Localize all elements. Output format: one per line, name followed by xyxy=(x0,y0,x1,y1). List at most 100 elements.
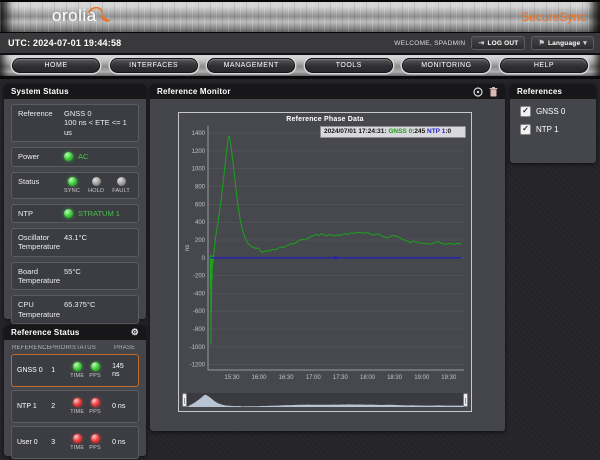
hold-led-icon xyxy=(91,176,101,186)
power-led-icon xyxy=(64,152,73,162)
utc-time: UTC: 2024-07-01 19:44:58 xyxy=(8,38,122,48)
svg-text:400: 400 xyxy=(195,220,206,226)
chart-title: Reference Phase Data xyxy=(286,116,364,123)
utc-bar: UTC: 2024-07-01 19:44:58 WELCOME, SPADMI… xyxy=(0,33,600,55)
language-button[interactable]: ⚑ Language ▾ xyxy=(531,36,594,50)
phase-chart-plot[interactable]: 1400 1200 1000 800 600 400 200 0 -200 -400 -600 -80… xyxy=(180,124,472,386)
orolia-swoosh-icon xyxy=(87,6,111,22)
nav-tools[interactable]: TOOLS xyxy=(304,58,393,73)
navigator-left-handle[interactable] xyxy=(182,393,187,407)
reference-ete: 100 ns < ETE <= 1 us xyxy=(64,118,127,137)
references-panel: References ✓ GNSS 0 ✓ NTP 1 xyxy=(510,84,596,163)
status-row: Status SYNC HOLD FAULT xyxy=(11,171,139,199)
time-led-icon xyxy=(72,434,82,443)
oscillator-temp-value: 43.1°C xyxy=(64,232,88,242)
svg-text:600: 600 xyxy=(195,202,206,208)
logout-icon: ⇥ xyxy=(478,40,485,47)
reference-status-title: Reference Status xyxy=(11,328,80,337)
fault-led-icon xyxy=(116,176,126,186)
board-temp-row: Board Temperature 55°C xyxy=(11,261,139,291)
svg-text:200: 200 xyxy=(195,238,206,244)
cpu-temp-row: CPU Temperature 65.375°C xyxy=(11,295,139,325)
oscillator-temp-row: Oscillator Temperature 43.1°C xyxy=(11,227,139,257)
svg-text:800: 800 xyxy=(195,185,206,191)
reference-row: Reference GNSS 0 100 ns < ETE <= 1 us xyxy=(11,104,139,143)
references-title: References xyxy=(510,84,596,99)
svg-text:18:00: 18:00 xyxy=(360,375,376,381)
main-nav: HOME INTERFACES MANAGEMENT TOOLS MONITOR… xyxy=(0,55,600,79)
system-status-title: System Status xyxy=(4,84,146,99)
nav-home[interactable]: HOME xyxy=(12,58,100,73)
svg-text:0: 0 xyxy=(202,256,206,262)
nav-management[interactable]: MANAGEMENT xyxy=(207,58,296,73)
board-temp-value: 55°C xyxy=(64,266,81,276)
chart-frame: Reference Phase Data 1400 1200 1000 800 600 4… xyxy=(178,112,472,412)
time-led-icon xyxy=(72,362,82,371)
reference-monitor-panel: Reference Monitor Reference Phase Data 1… xyxy=(150,84,505,431)
logout-button[interactable]: ⇥ LOG OUT xyxy=(471,36,526,50)
orolia-logo: orolia xyxy=(52,6,123,28)
chart-tooltip: 2024/07/01 17:24:31: GNSS 0:245 NTP 1:0 xyxy=(320,126,466,139)
nav-help[interactable]: HELP xyxy=(499,58,588,73)
chevron-down-icon: ▾ xyxy=(583,40,587,47)
cpu-temp-value: 65.375°C xyxy=(64,300,96,310)
nav-monitoring[interactable]: MONITORING xyxy=(402,58,491,73)
svg-text:-800: -800 xyxy=(193,327,206,333)
reference-status-header: REFERENCE PRIORITY STATUS PHASE xyxy=(12,345,136,351)
pps-led-icon xyxy=(90,362,100,371)
time-led-icon xyxy=(72,398,82,407)
svg-text:16:30: 16:30 xyxy=(279,375,295,381)
main-content: System Status Reference GNSS 0 100 ns < … xyxy=(0,79,600,460)
svg-text:-600: -600 xyxy=(193,309,206,315)
power-row: Power AC xyxy=(11,147,139,167)
svg-text:ns: ns xyxy=(184,244,191,252)
brand-bar: orolia SecureSync xyxy=(0,0,600,33)
svg-text:1200: 1200 xyxy=(192,149,206,155)
checkbox-checked-icon[interactable]: ✓ xyxy=(520,124,531,135)
svg-text:19:30: 19:30 xyxy=(441,375,457,381)
svg-text:-1200: -1200 xyxy=(190,363,206,369)
reference-status-panel: Reference Status ⚙ REFERENCE PRIORITY ST… xyxy=(4,325,146,459)
table-row-ntp1: NTP 1 2 TIME PPS 0 ns xyxy=(11,390,139,423)
svg-text:16:00: 16:00 xyxy=(251,375,267,381)
svg-text:-400: -400 xyxy=(193,291,206,297)
pps-led-icon xyxy=(90,434,100,443)
gear-icon[interactable]: ⚙ xyxy=(131,327,139,338)
reference-monitor-title: Reference Monitor xyxy=(157,87,231,96)
svg-text:15:30: 15:30 xyxy=(224,375,240,381)
svg-text:19:00: 19:00 xyxy=(414,375,430,381)
ntp-led-icon xyxy=(64,208,73,218)
svg-text:-1000: -1000 xyxy=(190,345,206,351)
system-status-panel: System Status Reference GNSS 0 100 ns < … xyxy=(4,84,146,325)
product-name: SecureSync xyxy=(521,10,586,24)
chart-range-navigator[interactable] xyxy=(182,393,468,407)
svg-text:18:30: 18:30 xyxy=(387,375,403,381)
phase-value: 0 ns xyxy=(112,438,126,446)
table-row-gnss0: GNSS 0 1 TIME PPS 145 ns xyxy=(11,354,139,387)
welcome-text: WELCOME, SPADMIN xyxy=(394,39,466,47)
reference-checkbox-ntp1[interactable]: ✓ NTP 1 xyxy=(520,124,586,135)
svg-text:1000: 1000 xyxy=(192,167,206,173)
flag-icon: ⚑ xyxy=(538,40,545,47)
reference-value: GNSS 0 xyxy=(64,109,92,118)
svg-text:17:00: 17:00 xyxy=(306,375,322,381)
power-value: AC xyxy=(78,152,89,162)
checkbox-checked-icon[interactable]: ✓ xyxy=(520,106,531,117)
trash-icon[interactable] xyxy=(489,86,498,97)
navigator-right-handle[interactable] xyxy=(463,393,468,407)
svg-text:1400: 1400 xyxy=(192,131,206,137)
table-row-user0: User 0 3 TIME PPS 0 ns xyxy=(11,426,139,459)
page: orolia SecureSync UTC: 2024-07-01 19:44:… xyxy=(0,0,600,460)
nav-interfaces[interactable]: INTERFACES xyxy=(109,58,198,73)
navigator-silhouette xyxy=(182,394,468,407)
phase-value: 0 ns xyxy=(112,402,126,410)
svg-text:-200: -200 xyxy=(193,274,206,280)
ntp-value: STRATUM 1 xyxy=(78,208,120,218)
svg-text:17:30: 17:30 xyxy=(333,375,349,381)
clock-icon[interactable] xyxy=(473,86,483,97)
phase-value: 145 ns xyxy=(112,362,124,378)
ntp-row: NTP STRATUM 1 xyxy=(11,203,139,223)
pps-led-icon xyxy=(90,398,100,407)
sync-led-icon xyxy=(67,176,77,186)
reference-checkbox-gnss0[interactable]: ✓ GNSS 0 xyxy=(520,106,586,117)
